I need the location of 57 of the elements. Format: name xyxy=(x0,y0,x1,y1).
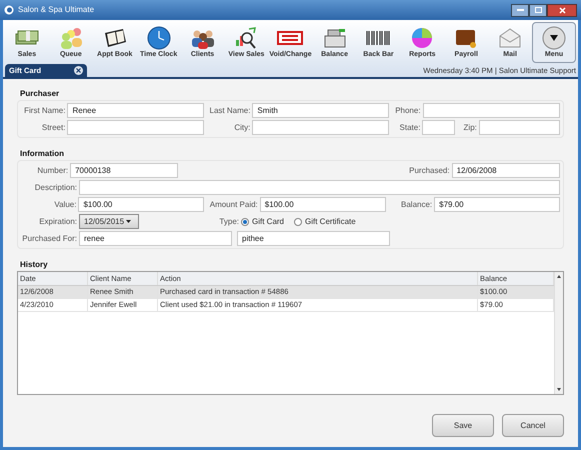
field-label: Expiration: xyxy=(38,216,77,228)
text-field[interactable] xyxy=(478,120,560,135)
radio-button[interactable] xyxy=(294,218,302,226)
field-label: Street: xyxy=(40,122,66,134)
scroll-up-icon[interactable] xyxy=(557,275,561,278)
field-label: Value: xyxy=(53,198,76,210)
caret-icon xyxy=(126,220,132,223)
radio-option[interactable]: Gift Card xyxy=(241,216,284,228)
text-field[interactable]: $79.00 xyxy=(434,197,560,212)
maximize-button[interactable] xyxy=(529,4,547,16)
minimize-icon xyxy=(516,9,524,11)
scrollbar[interactable] xyxy=(554,272,563,394)
field-label: Amount Paid: xyxy=(208,198,258,210)
radio-option[interactable]: Gift Certificate xyxy=(294,216,356,228)
text-field[interactable]: 70000138 xyxy=(70,163,178,178)
section-title: Purchaser xyxy=(20,88,60,100)
clock-icon xyxy=(146,26,172,50)
field-label: Last Name: xyxy=(208,104,250,116)
window-title: Salon & Spa Ultimate xyxy=(18,4,94,16)
field-label: City: xyxy=(233,122,250,134)
field-label: First Name: xyxy=(23,104,66,116)
field-label: Type: xyxy=(218,216,239,228)
field-label: Zip: xyxy=(462,122,477,134)
scroll-down-icon[interactable] xyxy=(557,388,561,391)
field-label: Purchased: xyxy=(408,164,450,176)
text-field[interactable]: 12/06/2008 xyxy=(452,163,560,178)
field-label: Number: xyxy=(36,164,68,176)
text-field[interactable] xyxy=(79,180,560,195)
dialog-button[interactable]: Save xyxy=(432,414,494,437)
envelope-icon xyxy=(497,26,524,50)
text-field[interactable]: $100.00 xyxy=(78,197,204,212)
minimize-button[interactable] xyxy=(511,4,529,16)
radio-button[interactable] xyxy=(241,218,249,226)
maximize-icon xyxy=(534,7,542,13)
text-field[interactable] xyxy=(422,103,560,118)
field-label: State: xyxy=(398,122,420,134)
text-field[interactable] xyxy=(422,120,456,135)
field-label: Phone: xyxy=(394,104,421,116)
text-field[interactable]: pithee xyxy=(237,231,390,246)
date-picker[interactable]: 12/05/2015 xyxy=(79,214,139,229)
field-label: Description: xyxy=(34,182,77,194)
close-icon[interactable] xyxy=(74,66,83,75)
field-label: Balance: xyxy=(400,198,432,210)
section-title: Information xyxy=(20,148,65,160)
close-button[interactable] xyxy=(547,4,577,16)
text-field[interactable] xyxy=(252,120,389,135)
dialog-button[interactable]: Cancel xyxy=(502,414,564,437)
text-field[interactable]: Smith xyxy=(252,103,389,118)
text-field[interactable]: Renee xyxy=(67,103,204,118)
dropdown-circle-icon xyxy=(541,26,567,50)
text-field[interactable]: $100.00 xyxy=(260,197,386,212)
section-title: History xyxy=(20,259,49,271)
field-label: Purchased For: xyxy=(21,232,77,244)
text-field[interactable] xyxy=(67,120,204,135)
text-field[interactable]: renee xyxy=(79,231,232,246)
app-icon xyxy=(4,5,14,15)
close-icon xyxy=(558,6,566,14)
